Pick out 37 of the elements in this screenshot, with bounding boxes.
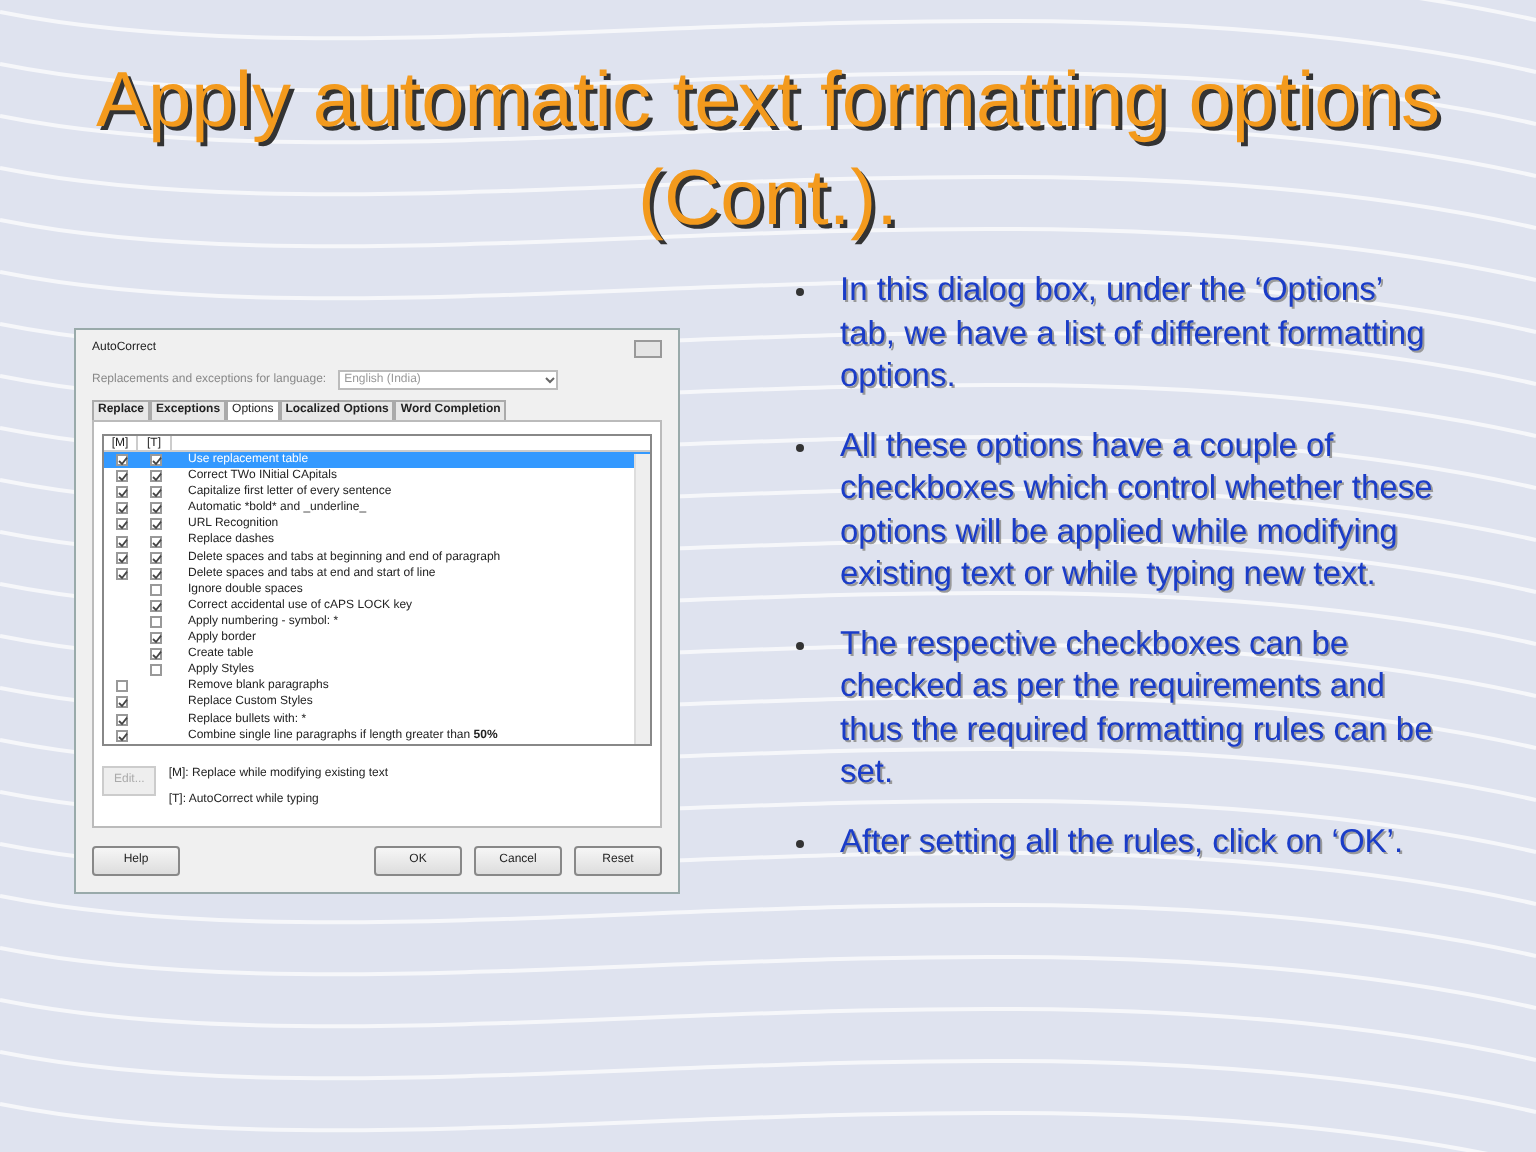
checkbox[interactable]: [149, 551, 161, 564]
bullet-icon: [796, 641, 804, 649]
checkbox[interactable]: [149, 535, 161, 548]
bullet-text: All these options have a couple of checkboxes which control whether these options will be applied while modifying existing text or while typing new text.: [840, 425, 1435, 596]
checkbox[interactable]: [149, 567, 161, 580]
checkbox[interactable]: [115, 680, 127, 693]
checkbox[interactable]: [115, 518, 127, 531]
checkbox[interactable]: [149, 632, 161, 645]
checkbox[interactable]: [149, 454, 161, 467]
checkbox[interactable]: [149, 599, 161, 612]
checkbox[interactable]: [149, 486, 161, 499]
checkbox[interactable]: [149, 583, 161, 596]
bullet-text: The respective checkboxes can be checked as per the requirements and thus the required formatting rules can be set.: [840, 623, 1435, 794]
checkbox[interactable]: [149, 518, 161, 531]
options-list[interactable]: [102, 434, 652, 746]
bullet-icon: [796, 443, 804, 451]
checkbox[interactable]: [115, 454, 127, 467]
slide-title: Apply automatic text formatting options (Cont.).: [93, 56, 1442, 246]
checkbox[interactable]: [115, 535, 127, 548]
checkbox[interactable]: [115, 713, 127, 726]
checkbox[interactable]: [115, 567, 127, 580]
checkbox[interactable]: [115, 502, 127, 515]
checkbox[interactable]: [115, 486, 127, 499]
checkbox[interactable]: [149, 664, 161, 677]
checkbox[interactable]: [115, 470, 127, 483]
scrollbar[interactable]: [634, 454, 650, 744]
checkbox[interactable]: [149, 615, 161, 628]
bullet-icon: [796, 839, 804, 847]
checkbox[interactable]: [115, 729, 127, 742]
checkbox[interactable]: [149, 648, 161, 661]
bullet-text: After setting all the rules, click on ‘OK’.: [840, 821, 1406, 863]
checkbox[interactable]: [149, 502, 161, 515]
bullet-text: In this dialog box, under the ‘Options’ tab, we have a list of different formatting options.: [840, 270, 1427, 398]
checkbox[interactable]: [115, 551, 127, 564]
checkbox[interactable]: [149, 470, 161, 483]
checkbox[interactable]: [115, 696, 127, 709]
bullet-icon: [796, 288, 804, 296]
